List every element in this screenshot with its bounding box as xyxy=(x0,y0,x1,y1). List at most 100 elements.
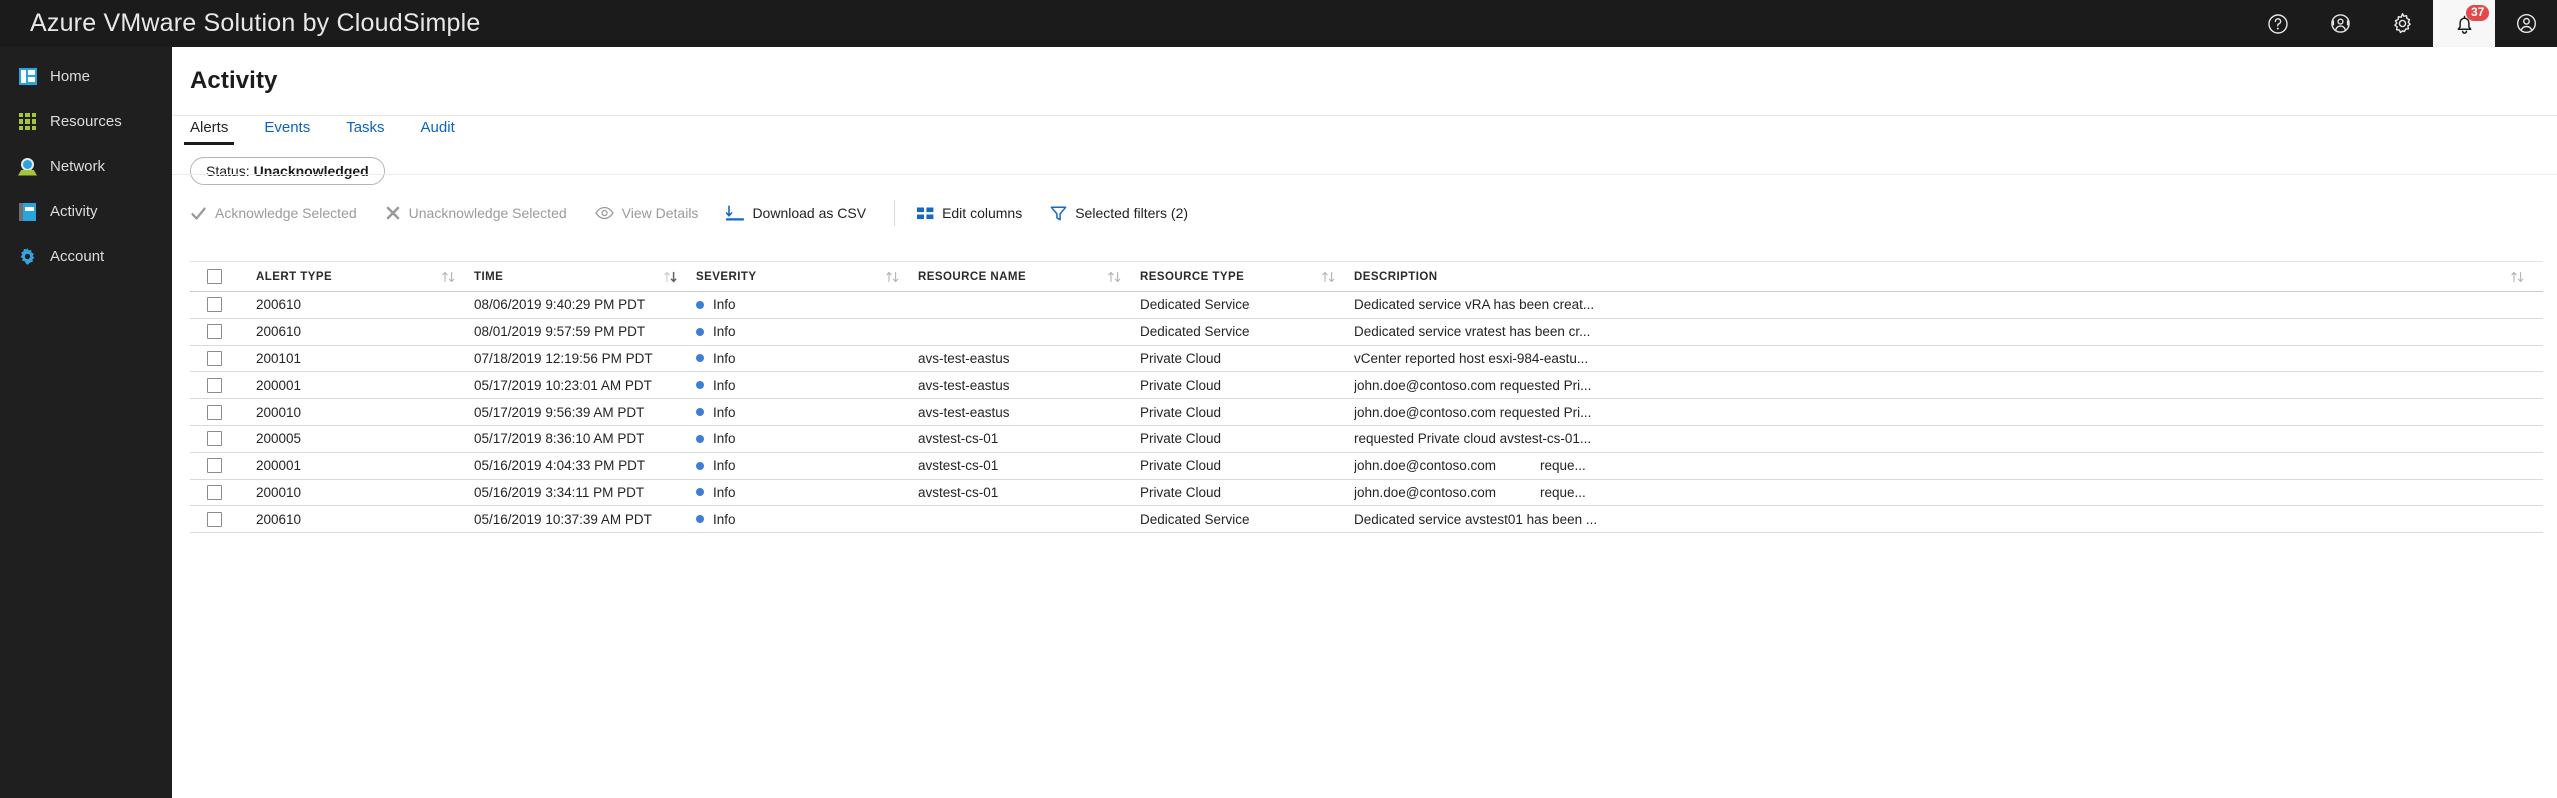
sidebar-item-label: Account xyxy=(50,248,105,265)
notifications-bell-icon[interactable]: 37 xyxy=(2433,0,2495,47)
toolbar-label: Edit columns xyxy=(942,205,1023,221)
download-csv-button[interactable]: Download as CSV xyxy=(726,204,866,222)
unacknowledge-selected-button[interactable]: Unacknowledge Selected xyxy=(385,205,567,221)
sort-icon[interactable] xyxy=(1107,270,1122,284)
top-bar: Azure VMware Solution by CloudSimple 37 xyxy=(0,0,2557,47)
sidebar-item-home[interactable]: Home xyxy=(18,63,172,90)
cell-description: john.doe@contoso.com reque... xyxy=(1354,458,2543,473)
cell-severity: Info xyxy=(696,324,918,339)
toolbar-label: Selected filters (2) xyxy=(1075,205,1189,221)
sidebar-item-label: Home xyxy=(50,68,91,85)
column-label: RESOURCE NAME xyxy=(918,270,1027,283)
column-label: DESCRIPTION xyxy=(1354,270,1438,283)
column-label: SEVERITY xyxy=(696,270,757,283)
notifications-badge: 37 xyxy=(2466,5,2490,21)
filter-chip-row: Status: Unacknowledged xyxy=(190,157,2557,185)
view-details-button[interactable]: View Details xyxy=(594,205,698,221)
row-checkbox[interactable] xyxy=(207,458,222,474)
row-select-cell xyxy=(190,404,256,420)
cell-description: john.doe@contoso.com requested Pri... xyxy=(1354,404,1592,420)
acknowledge-selected-button[interactable]: Acknowledge Selected xyxy=(190,205,357,222)
severity-dot-icon xyxy=(696,488,704,497)
cell-alert-type: 200101 xyxy=(256,350,302,366)
action-toolbar: Acknowledge Selected Unacknowledge Selec… xyxy=(190,194,2557,232)
column-header-resource-name[interactable]: RESOURCE NAME xyxy=(918,270,1140,284)
cell-time: 05/16/2019 4:04:33 PM PDT xyxy=(474,458,646,474)
description-part-2: reque... xyxy=(1540,458,1586,474)
row-checkbox[interactable] xyxy=(207,511,222,527)
sort-icon[interactable] xyxy=(1321,270,1336,284)
column-header-severity[interactable]: SEVERITY xyxy=(696,270,918,284)
activity-notebook-icon xyxy=(18,202,37,221)
severity-label: Info xyxy=(713,431,736,447)
column-header-alert-type[interactable]: ALERT TYPE xyxy=(256,270,474,284)
title-divider xyxy=(172,115,2557,116)
selected-filters-button[interactable]: Selected filters (2) xyxy=(1050,205,1188,222)
sort-icon[interactable] xyxy=(441,270,456,284)
severity-dot-icon xyxy=(696,300,704,309)
edit-columns-button[interactable]: Edit columns xyxy=(917,205,1022,221)
select-all-checkbox[interactable] xyxy=(207,269,222,284)
cell-resource-name: avs-test-eastus xyxy=(918,350,1010,366)
tab-audit[interactable]: Audit xyxy=(421,119,455,145)
cell-resource-type: Dedicated Service xyxy=(1140,511,1250,527)
tab-events[interactable]: Events xyxy=(264,119,310,145)
sidebar-item-activity[interactable]: Activity xyxy=(18,198,172,225)
toolbar-label: Unacknowledge Selected xyxy=(408,205,567,221)
row-checkbox[interactable] xyxy=(207,404,222,420)
user-account-icon[interactable] xyxy=(2495,0,2557,47)
cell-alert-type: 200005 xyxy=(256,431,302,447)
row-checkbox[interactable] xyxy=(207,377,222,393)
cell-time: 05/17/2019 9:56:39 AM PDT xyxy=(474,404,645,420)
tab-tasks[interactable]: Tasks xyxy=(346,119,384,145)
table-header-row: ALERT TYPE TIME SEVERITY RESOURCE NAME R… xyxy=(190,262,2543,292)
table-row[interactable]: 200001 05/17/2019 10:23:01 AM PDT Info a… xyxy=(190,372,2543,400)
row-checkbox[interactable] xyxy=(207,297,222,313)
row-select-cell xyxy=(190,511,256,527)
row-checkbox[interactable] xyxy=(207,324,222,340)
table-row[interactable]: 200010 05/17/2019 9:56:39 AM PDT Info av… xyxy=(190,399,2543,426)
cell-severity: Info xyxy=(696,485,918,500)
help-icon[interactable] xyxy=(2247,0,2309,47)
table-row[interactable]: 200005 05/17/2019 8:36:10 AM PDT Info av… xyxy=(190,426,2543,453)
table-row[interactable]: 200101 07/18/2019 12:19:56 PM PDT Info a… xyxy=(190,346,2543,373)
table-row[interactable]: 200610 08/06/2019 9:40:29 PM PDT Info De… xyxy=(190,292,2543,319)
row-select-cell xyxy=(190,458,256,474)
row-checkbox[interactable] xyxy=(207,484,222,500)
row-checkbox[interactable] xyxy=(207,350,222,366)
toolbar-label: Download as CSV xyxy=(752,205,867,221)
columns-icon xyxy=(917,207,934,220)
sort-icon[interactable] xyxy=(2510,270,2525,284)
cell-time: 08/06/2019 9:40:29 PM PDT xyxy=(474,297,646,313)
column-header-description[interactable]: DESCRIPTION xyxy=(1354,270,2543,284)
cell-resource-name: avs-test-eastus xyxy=(918,377,1010,393)
status-filter-chip[interactable]: Status: Unacknowledged xyxy=(190,157,385,185)
cell-resource-type: Dedicated Service xyxy=(1140,324,1250,340)
cell-alert-type: 200010 xyxy=(256,404,302,420)
sort-icon-active[interactable] xyxy=(663,270,678,284)
table-row[interactable]: 200001 05/16/2019 4:04:33 PM PDT Info av… xyxy=(190,453,2543,480)
home-icon xyxy=(18,67,37,86)
table-row[interactable]: 200610 08/01/2019 9:57:59 PM PDT Info De… xyxy=(190,319,2543,346)
sidebar-item-resources[interactable]: Resources xyxy=(18,108,172,135)
sidebar-item-network[interactable]: Network xyxy=(18,153,172,180)
gear-icon[interactable] xyxy=(2371,0,2433,47)
eye-icon xyxy=(594,206,614,220)
column-header-time[interactable]: TIME xyxy=(474,270,696,284)
cell-alert-type: 200001 xyxy=(256,458,302,474)
support-headset-icon[interactable] xyxy=(2309,0,2371,47)
row-select-cell xyxy=(190,350,256,366)
severity-dot-icon xyxy=(696,434,704,443)
app-root: Azure VMware Solution by CloudSimple 37 … xyxy=(0,0,2557,798)
row-checkbox[interactable] xyxy=(207,431,222,447)
table-row[interactable]: 200010 05/16/2019 3:34:11 PM PDT Info av… xyxy=(190,480,2543,507)
table-row[interactable]: 200610 05/16/2019 10:37:39 AM PDT Info D… xyxy=(190,506,2543,534)
tab-alerts[interactable]: Alerts xyxy=(183,119,235,145)
sidebar-item-account[interactable]: Account xyxy=(18,243,172,270)
cell-resource-name: avs-test-eastus xyxy=(918,404,1010,420)
funnel-icon xyxy=(1050,205,1067,222)
sort-icon[interactable] xyxy=(885,270,900,284)
network-globe-icon xyxy=(18,157,37,176)
column-header-resource-type[interactable]: RESOURCE TYPE xyxy=(1140,270,1354,284)
severity-label: Info xyxy=(713,484,736,500)
